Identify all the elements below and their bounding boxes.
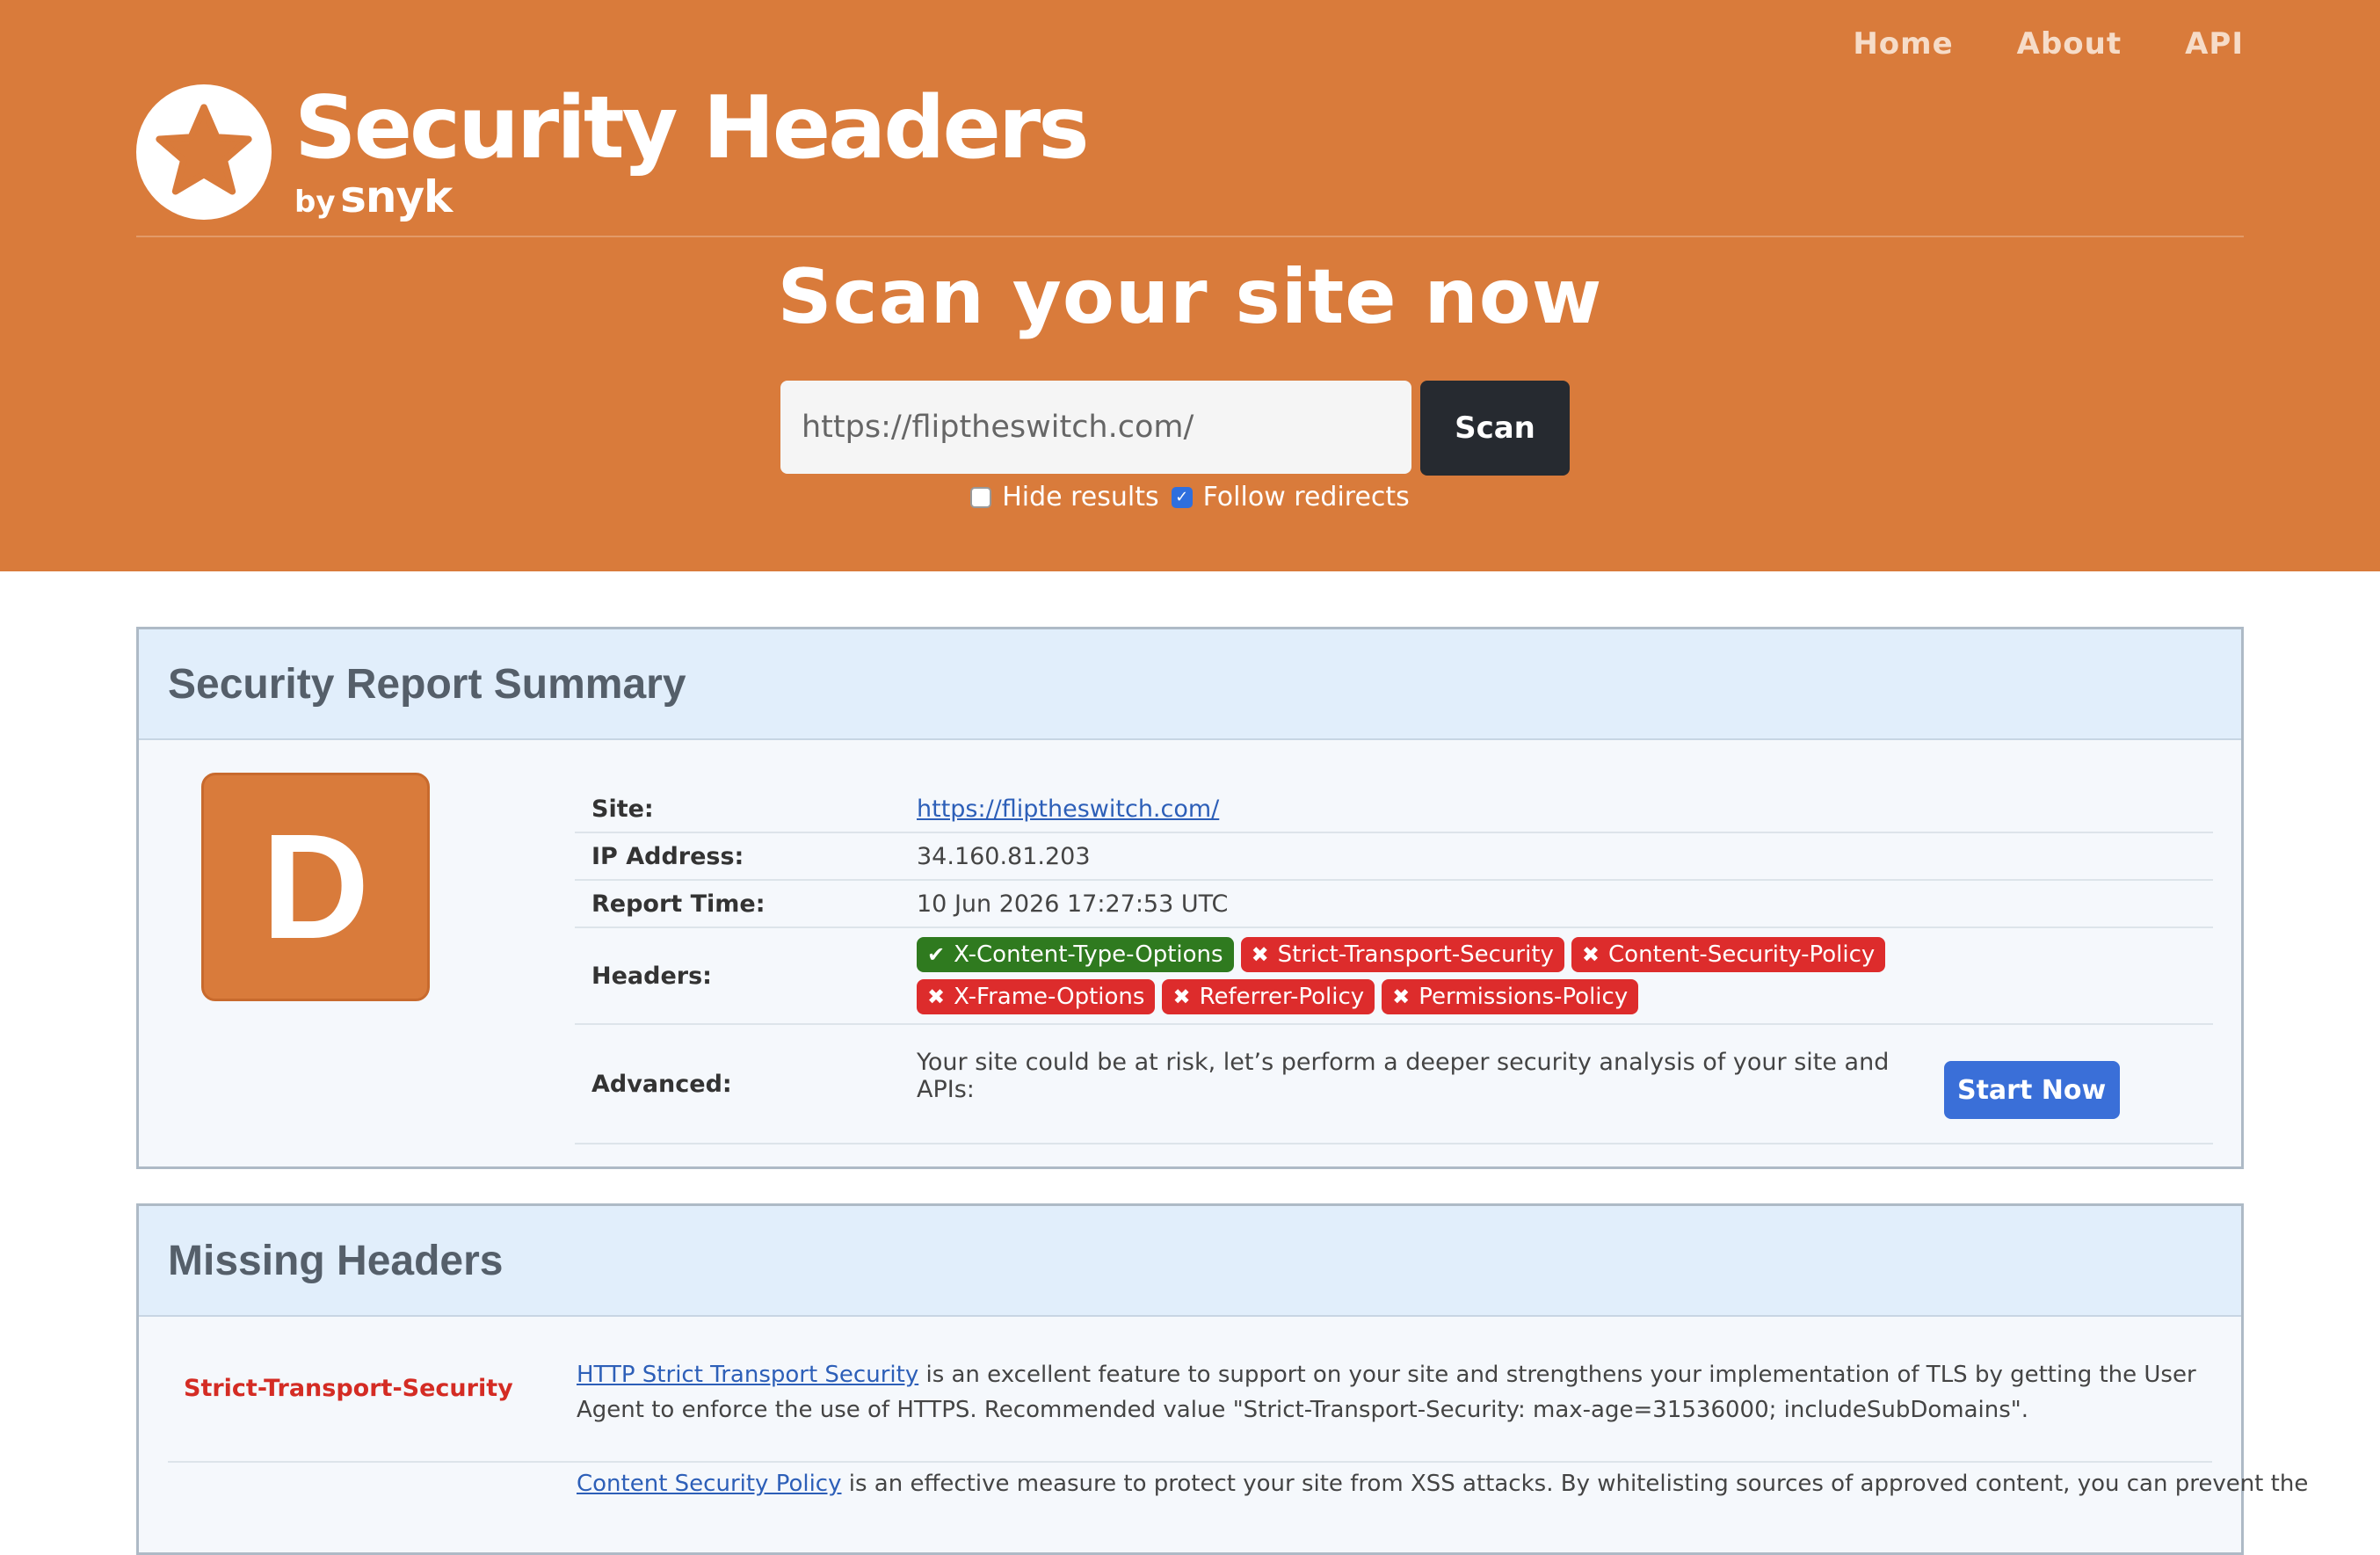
logo-brand: snyk bbox=[340, 171, 453, 222]
summary-title: Security Report Summary bbox=[168, 660, 686, 708]
missing-row: Strict-Transport-Security HTTP Strict Tr… bbox=[168, 1345, 2212, 1463]
header-badge-label: Permissions-Policy bbox=[1419, 984, 1629, 1010]
grade-badge: D bbox=[201, 773, 430, 1001]
headers-row: Headers: ✔ X-Content-Type-Options ✖ Strict… bbox=[575, 928, 2213, 1025]
scan-button[interactable]: Scan bbox=[1420, 381, 1570, 476]
top-nav: Home About API bbox=[1853, 26, 2244, 62]
time-label: Report Time: bbox=[591, 890, 766, 918]
missing-header-text: is an effective measure to protect your … bbox=[841, 1471, 2309, 1497]
cross-icon: ✖ bbox=[1172, 985, 1191, 1009]
hero-title: Scan your site now bbox=[777, 253, 1603, 341]
missing-header-name: Strict-Transport-Security bbox=[184, 1375, 513, 1402]
hide-results-label: Hide results bbox=[1002, 482, 1159, 512]
headers-label: Headers: bbox=[591, 962, 712, 990]
follow-redirects-label: Follow redirects bbox=[1202, 482, 1410, 512]
star-icon bbox=[136, 84, 272, 220]
missing-header-description: Content Security Policy is an effective … bbox=[577, 1466, 2308, 1501]
url-input[interactable] bbox=[780, 381, 1411, 474]
missing-headers-panel: Missing Headers Strict-Transport-Securit… bbox=[136, 1203, 2308, 1555]
header-badge[interactable]: ✖ Content-Security-Policy bbox=[1571, 937, 1886, 972]
nav-api-link[interactable]: API bbox=[2185, 26, 2244, 62]
header-badge-label: X-Content-Type-Options bbox=[954, 941, 1223, 968]
advanced-row: Advanced: Your site could be at risk, le… bbox=[575, 1025, 2213, 1144]
time-row: Report Time: 10 Jun 2026 17:27:53 UTC bbox=[575, 881, 2213, 928]
header-badges: ✔ X-Content-Type-Options ✖ Strict-Transpor… bbox=[917, 937, 2077, 1014]
follow-redirects-option[interactable]: ✓ Follow redirects bbox=[1171, 482, 1410, 512]
header-badge-label: Content-Security-Policy bbox=[1608, 941, 1876, 968]
missing-row-partial: Content Security Policy is an effective … bbox=[168, 1461, 2308, 1514]
header-badge[interactable]: ✖ Strict-Transport-Security bbox=[1240, 937, 1564, 972]
site-link[interactable]: https://fliptheswitch.com/ bbox=[917, 796, 1219, 823]
summary-table: Site: https://fliptheswitch.com/ IP Addr… bbox=[575, 786, 2213, 1144]
ip-row: IP Address: 34.160.81.203 bbox=[575, 833, 2213, 881]
hero-banner: Home About API Security Headers by snyk … bbox=[0, 0, 2380, 571]
header-badge[interactable]: ✖ Permissions-Policy bbox=[1382, 979, 1639, 1014]
ip-value: 34.160.81.203 bbox=[917, 842, 1091, 870]
logo[interactable]: Security Headers by snyk bbox=[136, 78, 1090, 220]
time-value: 10 Jun 2026 17:27:53 UTC bbox=[917, 890, 1229, 918]
missing-title: Missing Headers bbox=[168, 1237, 504, 1284]
start-now-button[interactable]: Start Now bbox=[1943, 1061, 2120, 1120]
cross-icon: ✖ bbox=[1392, 985, 1411, 1009]
site-label: Site: bbox=[591, 795, 654, 823]
ip-label: IP Address: bbox=[591, 842, 744, 870]
header-badge[interactable]: ✖ X-Frame-Options bbox=[917, 979, 1156, 1014]
hide-results-checkbox[interactable] bbox=[970, 486, 992, 508]
site-row: Site: https://fliptheswitch.com/ bbox=[575, 786, 2213, 833]
header-badge-label: X-Frame-Options bbox=[954, 984, 1145, 1010]
summary-header: Security Report Summary bbox=[139, 629, 2241, 740]
check-icon: ✔ bbox=[927, 942, 946, 967]
logo-byline: by snyk bbox=[294, 175, 1087, 219]
scan-options: Hide results ✓ Follow redirects bbox=[136, 482, 2244, 512]
header-badge[interactable]: ✖ Referrer-Policy bbox=[1162, 979, 1375, 1014]
missing-header: Missing Headers bbox=[139, 1206, 2241, 1317]
hsts-link[interactable]: HTTP Strict Transport Security bbox=[577, 1362, 918, 1388]
advanced-text: Your site could be at risk, let’s perfor… bbox=[917, 1048, 1890, 1103]
header-badge-label: Strict-Transport-Security bbox=[1277, 941, 1554, 968]
header-badge[interactable]: ✔ X-Content-Type-Options bbox=[917, 937, 1234, 972]
csp-link[interactable]: Content Security Policy bbox=[577, 1471, 842, 1497]
follow-redirects-checkbox[interactable]: ✓ bbox=[1171, 486, 1193, 508]
nav-about-link[interactable]: About bbox=[2017, 26, 2122, 62]
cross-icon: ✖ bbox=[1251, 942, 1269, 967]
hero-divider bbox=[136, 236, 2244, 237]
logo-title: Security Headers bbox=[294, 78, 1090, 178]
missing-header-description: HTTP Strict Transport Security is an exc… bbox=[577, 1345, 2212, 1461]
logo-by-text: by bbox=[294, 185, 336, 220]
summary-panel: Security Report Summary D Site: https://… bbox=[136, 627, 2244, 1169]
scan-form: Scan bbox=[780, 381, 1570, 476]
cross-icon: ✖ bbox=[1581, 942, 1600, 967]
header-badge-label: Referrer-Policy bbox=[1199, 984, 1365, 1010]
nav-home-link[interactable]: Home bbox=[1853, 26, 1953, 62]
cross-icon: ✖ bbox=[927, 985, 946, 1009]
advanced-label: Advanced: bbox=[591, 1070, 732, 1098]
hide-results-option[interactable]: Hide results bbox=[970, 482, 1159, 512]
